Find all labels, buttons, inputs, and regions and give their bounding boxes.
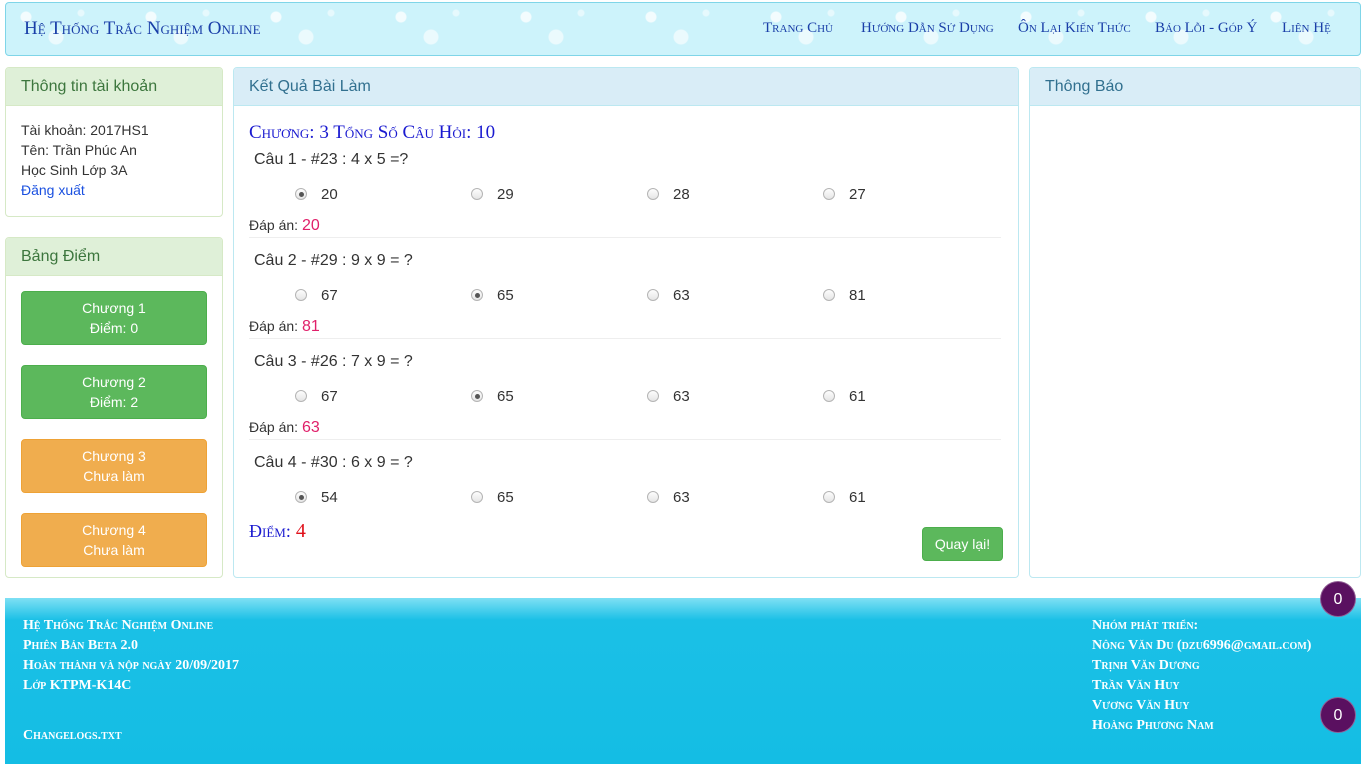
footer: Hệ Thống Trắc Nghiệm Online Phiên Bản Be…: [5, 598, 1361, 764]
q4-option-1-label: 54: [321, 489, 338, 506]
q1-option-4-radio[interactable]: [823, 188, 835, 200]
q2-option-4-label: 81: [849, 287, 866, 304]
footer-completion-date: Hoàn thành và nộp ngày 20/09/2017: [23, 658, 240, 673]
q3-option-3-label: 63: [673, 388, 690, 405]
footer-version: Phiên Bản Beta 2.0: [23, 638, 139, 653]
result-panel-title: Kết Quả Bài Làm: [234, 68, 1018, 106]
chapter-status: Điểm: 0: [89, 320, 139, 336]
q3-answer: Đáp án: 63: [249, 419, 320, 437]
notification-badge[interactable]: 0: [1320, 697, 1356, 733]
q3-option-4-radio[interactable]: [823, 390, 835, 402]
divider: [249, 439, 1001, 440]
nav-guide[interactable]: Hướng Dẫn Sử Dụng: [861, 20, 994, 37]
score-line: Điểm: 4: [249, 520, 306, 543]
top-navbar: Hệ Thống Trắc Nghiệm Online Trang Chủ Hư…: [5, 2, 1361, 56]
answer-value: 20: [301, 217, 320, 234]
answer-label: Đáp án:: [249, 419, 299, 435]
chapter-2-button[interactable]: Chương 2 Điểm: 2: [21, 365, 207, 419]
q2-option-3-radio[interactable]: [647, 289, 659, 301]
q4-option-2-label: 65: [497, 489, 514, 506]
q4-option-3-label: 63: [673, 489, 690, 506]
q2-option-2-label: 65: [497, 287, 514, 304]
q4-option-1-radio[interactable]: [295, 491, 307, 503]
question-3-text: Câu 3 - #26 : 7 x 9 = ?: [254, 353, 413, 370]
q3-option-3-radio[interactable]: [647, 390, 659, 402]
q1-option-2-radio[interactable]: [471, 188, 483, 200]
q1-option-3-label: 28: [673, 186, 690, 203]
q2-answer: Đáp án: 81: [249, 318, 320, 336]
back-button[interactable]: Quay lại!: [922, 527, 1003, 561]
q2-option-3-label: 63: [673, 287, 690, 304]
account-username: Tài khoản: 2017HS1: [21, 122, 149, 138]
nav-report[interactable]: Báo Lỗi - Góp Ý: [1155, 20, 1257, 37]
q4-option-4-label: 61: [849, 489, 866, 506]
q1-option-4-label: 27: [849, 186, 866, 203]
result-heading: Chương: 3 Tổng Số Câu Hỏi: 10: [249, 122, 496, 143]
divider: [249, 338, 1001, 339]
chapter-name: Chương 2: [82, 374, 146, 390]
q1-option-2-label: 29: [497, 186, 514, 203]
nav-review[interactable]: Ôn Lại Kiến Thức: [1018, 20, 1131, 37]
q1-option-1-radio[interactable]: [295, 188, 307, 200]
notice-panel-title: Thông Báo: [1030, 68, 1360, 106]
team-member: Nông Văn Du (dzu6996@gmail.com): [1092, 638, 1312, 653]
notification-badge[interactable]: 0: [1320, 581, 1356, 617]
divider: [249, 237, 1001, 238]
nav-home[interactable]: Trang Chủ: [763, 20, 833, 37]
q3-option-1-label: 67: [321, 388, 338, 405]
account-name: Tên: Trần Phúc An: [21, 142, 137, 158]
account-panel: Thông tin tài khoản Tài khoản: 2017HS1 T…: [5, 67, 223, 217]
answer-label: Đáp án:: [249, 318, 299, 334]
logout-link[interactable]: Đăng xuất: [21, 182, 85, 198]
team-title: Nhóm phát triển:: [1092, 618, 1199, 633]
changelog-link[interactable]: Changelogs.txt: [23, 728, 122, 744]
chapter-1-button[interactable]: Chương 1 Điểm: 0: [21, 291, 207, 345]
team-member: Trần Văn Huy: [1092, 678, 1180, 693]
chapter-4-button[interactable]: Chương 4 Chưa làm: [21, 513, 207, 567]
q3-option-2-radio[interactable]: [471, 390, 483, 402]
notice-panel: Thông Báo: [1029, 67, 1361, 578]
answer-label: Đáp án:: [249, 217, 299, 233]
chapter-3-button[interactable]: Chương 3 Chưa làm: [21, 439, 207, 493]
chapter-status: Điểm: 2: [89, 394, 139, 410]
score-label: Điểm:: [249, 521, 291, 541]
answer-value: 81: [301, 318, 320, 335]
q2-option-1-label: 67: [321, 287, 338, 304]
team-member: Vương Văn Huy: [1092, 698, 1190, 713]
chapter-name: Chương 4: [82, 522, 146, 538]
q3-option-4-label: 61: [849, 388, 866, 405]
nav-contact[interactable]: Liên Hệ: [1282, 20, 1331, 37]
account-panel-title: Thông tin tài khoản: [6, 68, 222, 106]
result-panel: Kết Quả Bài Làm Chương: 3 Tổng Số Câu Hỏ…: [233, 67, 1019, 578]
brand-title[interactable]: Hệ Thống Trắc Nghiệm Online: [24, 18, 261, 40]
q2-option-4-radio[interactable]: [823, 289, 835, 301]
q1-option-3-radio[interactable]: [647, 188, 659, 200]
q3-option-2-label: 65: [497, 388, 514, 405]
q2-option-1-radio[interactable]: [295, 289, 307, 301]
footer-class: Lớp KTPM-K14C: [23, 678, 132, 693]
question-2-text: Câu 2 - #29 : 9 x 9 = ?: [254, 252, 413, 269]
q4-option-2-radio[interactable]: [471, 491, 483, 503]
chapter-status: Chưa làm: [83, 542, 145, 558]
account-class: Học Sinh Lớp 3A: [21, 162, 128, 178]
footer-system-name: Hệ Thống Trắc Nghiệm Online: [23, 618, 214, 633]
question-1-text: Câu 1 - #23 : 4 x 5 =?: [254, 151, 409, 168]
q1-option-1-label: 20: [321, 186, 338, 203]
q2-option-2-radio[interactable]: [471, 289, 483, 301]
score-value: 4: [295, 520, 306, 542]
chapter-name: Chương 3: [82, 448, 146, 464]
scoreboard-panel: Bảng Điểm Chương 1 Điểm: 0 Chương 2 Điểm…: [5, 237, 223, 578]
team-member: Hoàng Phương Nam: [1092, 718, 1214, 733]
scoreboard-title: Bảng Điểm: [6, 238, 222, 276]
question-4-text: Câu 4 - #30 : 6 x 9 = ?: [254, 454, 413, 471]
q4-option-4-radio[interactable]: [823, 491, 835, 503]
chapter-status: Chưa làm: [83, 468, 145, 484]
answer-value: 63: [301, 419, 320, 436]
q4-option-3-radio[interactable]: [647, 491, 659, 503]
q1-answer: Đáp án: 20: [249, 217, 320, 235]
chapter-name: Chương 1: [82, 300, 146, 316]
team-member: Trịnh Văn Dương: [1092, 658, 1200, 673]
q3-option-1-radio[interactable]: [295, 390, 307, 402]
